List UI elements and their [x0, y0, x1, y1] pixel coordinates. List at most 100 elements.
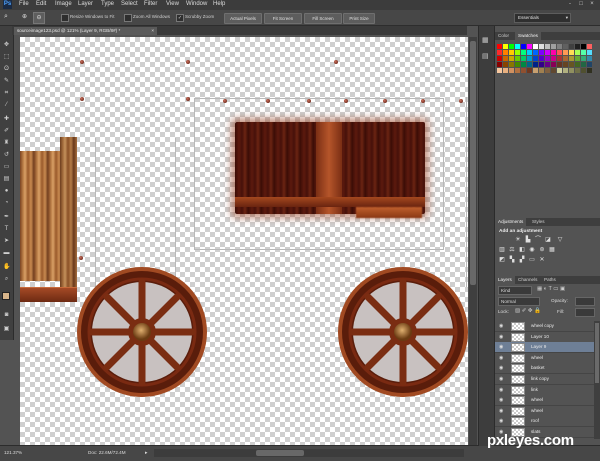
photo-filter-icon[interactable]: ◉: [529, 247, 535, 253]
swatch[interactable]: [515, 68, 520, 73]
menu-file[interactable]: File: [19, 1, 29, 7]
tab-swatches[interactable]: Swatches: [515, 32, 541, 40]
history-panel-icon[interactable]: ▦: [482, 36, 489, 44]
zoom-tool-sidebar-icon[interactable]: ⌕: [3, 276, 10, 283]
layer-row[interactable]: ◉ link: [495, 384, 595, 396]
bw-icon[interactable]: ◧: [519, 247, 525, 253]
path-select-tool-icon[interactable]: ➤: [3, 238, 10, 245]
swatch[interactable]: [515, 62, 520, 67]
menu-window[interactable]: Window: [186, 1, 207, 7]
swatch[interactable]: [539, 56, 544, 61]
lasso-tool-icon[interactable]: ʘ: [3, 66, 10, 73]
quick-mask-icon[interactable]: ◙: [3, 312, 10, 319]
tab-styles[interactable]: Styles: [529, 218, 548, 226]
menu-filter[interactable]: Filter: [144, 1, 157, 7]
canvas-scrollbar-vertical[interactable]: [469, 37, 477, 445]
fit-screen-button[interactable]: Fit Screen: [264, 13, 302, 24]
marquee-tool-icon[interactable]: ⬚: [3, 54, 10, 61]
swatch[interactable]: [569, 50, 574, 55]
threshold-icon[interactable]: ▞: [519, 257, 525, 263]
invert-icon[interactable]: ◩: [499, 257, 505, 263]
swatch[interactable]: [539, 62, 544, 67]
swatch[interactable]: [509, 50, 514, 55]
swatch[interactable]: [563, 50, 568, 55]
visibility-eye-icon[interactable]: ◉: [499, 387, 503, 393]
swatch[interactable]: [539, 68, 544, 73]
hand-tool-icon[interactable]: ✋: [3, 264, 10, 271]
swatch[interactable]: [527, 50, 532, 55]
swatch[interactable]: [581, 62, 586, 67]
visibility-eye-icon[interactable]: ◉: [499, 355, 503, 361]
swatch[interactable]: [563, 68, 568, 73]
type-tool-icon[interactable]: T: [3, 226, 10, 233]
print-size-button[interactable]: Print Size: [343, 13, 375, 24]
menu-select[interactable]: Select: [121, 1, 138, 7]
layer-row[interactable]: ◉ wheel: [495, 405, 595, 417]
layer-row[interactable]: ◉ wheel: [495, 352, 595, 364]
swatch[interactable]: [575, 62, 580, 67]
swatch[interactable]: [563, 56, 568, 61]
fill-field[interactable]: [575, 308, 595, 317]
swatch[interactable]: [497, 44, 502, 49]
canvas-scrollbar-horizontal[interactable]: [154, 449, 464, 457]
brush-tool-icon[interactable]: ✐: [3, 128, 10, 135]
document-canvas[interactable]: [20, 37, 468, 445]
menu-view[interactable]: View: [166, 1, 179, 7]
swatch[interactable]: [539, 50, 544, 55]
swatch[interactable]: [497, 62, 502, 67]
actual-pixels-button[interactable]: Actual Pixels: [224, 13, 262, 24]
scrollbar-thumb[interactable]: [470, 41, 476, 285]
move-tool-icon[interactable]: ✥: [3, 42, 10, 49]
swatch[interactable]: [533, 62, 538, 67]
swatch[interactable]: [515, 44, 520, 49]
swatch[interactable]: [587, 56, 592, 61]
swatch[interactable]: [545, 62, 550, 67]
swatch[interactable]: [575, 44, 580, 49]
swatch[interactable]: [557, 62, 562, 67]
swatch[interactable]: [533, 56, 538, 61]
opacity-field[interactable]: [575, 297, 595, 306]
scrollbar-thumb-horizontal[interactable]: [256, 450, 304, 456]
layers-scrollbar[interactable]: [594, 321, 600, 439]
close-tab-icon[interactable]: ×: [151, 27, 154, 35]
swatch[interactable]: [587, 68, 592, 73]
resize-windows-checkbox[interactable]: [61, 14, 69, 22]
swatch[interactable]: [527, 62, 532, 67]
quick-select-tool-icon[interactable]: ✎: [3, 78, 10, 85]
swatch[interactable]: [533, 68, 538, 73]
properties-panel-icon[interactable]: ▤: [482, 52, 489, 60]
menu-edit[interactable]: Edit: [36, 1, 46, 7]
tab-layers[interactable]: Layers: [495, 276, 515, 284]
swatch[interactable]: [551, 50, 556, 55]
swatch[interactable]: [587, 62, 592, 67]
swatch[interactable]: [563, 62, 568, 67]
swatch[interactable]: [557, 56, 562, 61]
zoom-level[interactable]: 121.37%: [4, 450, 22, 455]
zoom-out-icon[interactable]: ⊖: [33, 12, 45, 24]
swatch[interactable]: [545, 44, 550, 49]
visibility-eye-icon[interactable]: ◉: [499, 344, 503, 350]
layer-row[interactable]: ◉ wheel: [495, 395, 595, 407]
maximize-button[interactable]: □: [577, 1, 585, 8]
swatch[interactable]: [503, 44, 508, 49]
vibrance-icon[interactable]: ▽: [557, 237, 563, 243]
swatch[interactable]: [497, 68, 502, 73]
swatch[interactable]: [527, 44, 532, 49]
close-window-button[interactable]: ×: [588, 1, 596, 8]
swatch[interactable]: [581, 68, 586, 73]
swatch[interactable]: [557, 50, 562, 55]
swatch[interactable]: [521, 56, 526, 61]
pen-tool-icon[interactable]: ✒: [3, 214, 10, 221]
layer-filter-kind[interactable]: Kind: [498, 286, 532, 295]
swatch[interactable]: [509, 68, 514, 73]
zoom-tool-icon[interactable]: ⌕: [4, 13, 8, 21]
swatch[interactable]: [545, 56, 550, 61]
swatch[interactable]: [551, 68, 556, 73]
swatch[interactable]: [551, 62, 556, 67]
fill-screen-button[interactable]: Fill Screen: [304, 13, 342, 24]
swatch[interactable]: [545, 50, 550, 55]
zoom-all-checkbox[interactable]: [124, 14, 132, 22]
swatch[interactable]: [569, 56, 574, 61]
selective-color-icon[interactable]: ✕: [539, 257, 545, 263]
swatch[interactable]: [503, 62, 508, 67]
